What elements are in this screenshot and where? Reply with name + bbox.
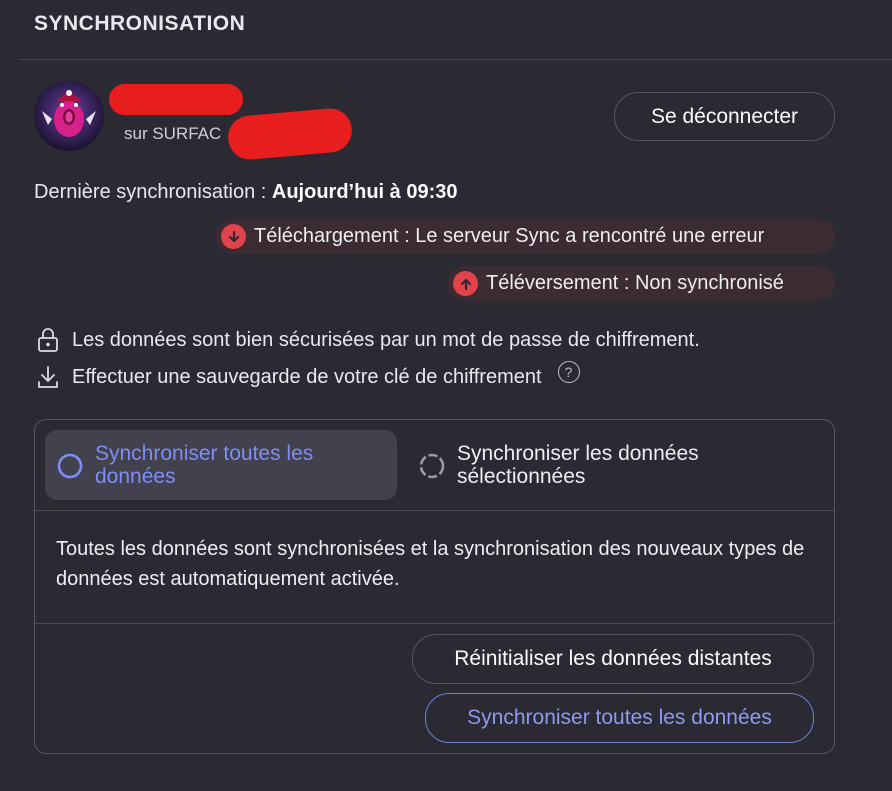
redaction-mark	[109, 84, 243, 115]
device-name: sur SURFAC	[124, 124, 222, 143]
radio-unselected-icon[interactable]	[419, 453, 445, 479]
backup-key-text[interactable]: Effectuer une sauvegarde de votre clé de…	[72, 366, 542, 389]
backup-key-link[interactable]: Effectuer une sauvegarde de votre clé de…	[34, 361, 580, 391]
sync-all-data-button[interactable]: Synchroniser toutes les données	[425, 693, 814, 743]
encryption-info: Les données sont bien sécurisées par un …	[34, 326, 700, 354]
upload-status-badge: Téléversement : Non synchronisé	[447, 266, 835, 301]
option-sync-all[interactable]: Synchroniser toutes les données	[45, 430, 397, 500]
sync-description: Toutes les données sont synchronisées et…	[56, 538, 805, 590]
option-sync-all-label: Synchroniser toutes les données	[95, 442, 314, 488]
option-sync-selected-label: Synchroniser les données sélectionnées	[457, 442, 699, 488]
reset-remote-data-button[interactable]: Réinitialiser les données distantes	[412, 634, 814, 684]
lock-icon	[34, 326, 62, 354]
avatar-image	[34, 81, 104, 151]
card-divider	[35, 623, 834, 624]
upload-status-text: Téléversement : Non synchronisé	[486, 272, 784, 294]
download-icon	[34, 363, 62, 391]
card-divider	[35, 510, 834, 511]
sync-options-card: Synchroniser toutes les données Synchron…	[34, 419, 835, 754]
download-status-badge: Téléchargement : Le serveur Sync a renco…	[215, 219, 835, 254]
last-sync-status: Dernière synchronisation : Aujourd’hui à…	[34, 181, 457, 204]
header-divider	[20, 59, 892, 60]
help-icon[interactable]: ?	[557, 361, 580, 383]
radio-selected-icon[interactable]	[57, 453, 83, 479]
arrow-down-circle-icon	[221, 224, 246, 249]
sign-out-button[interactable]: Se déconnecter	[614, 92, 835, 141]
redaction-mark	[226, 106, 354, 162]
avatar	[34, 81, 104, 151]
last-sync-label: Dernière synchronisation :	[34, 181, 272, 203]
encryption-text: Les données sont bien sécurisées par un …	[72, 328, 700, 351]
download-status-text: Téléchargement : Le serveur Sync a renco…	[254, 225, 765, 247]
option-sync-selected[interactable]: Synchroniser les données sélectionnées	[407, 430, 817, 500]
arrow-up-circle-icon	[453, 271, 478, 296]
section-title: SYNCHRONISATION	[34, 12, 246, 35]
last-sync-value: Aujourd’hui à 09:30	[271, 181, 458, 203]
